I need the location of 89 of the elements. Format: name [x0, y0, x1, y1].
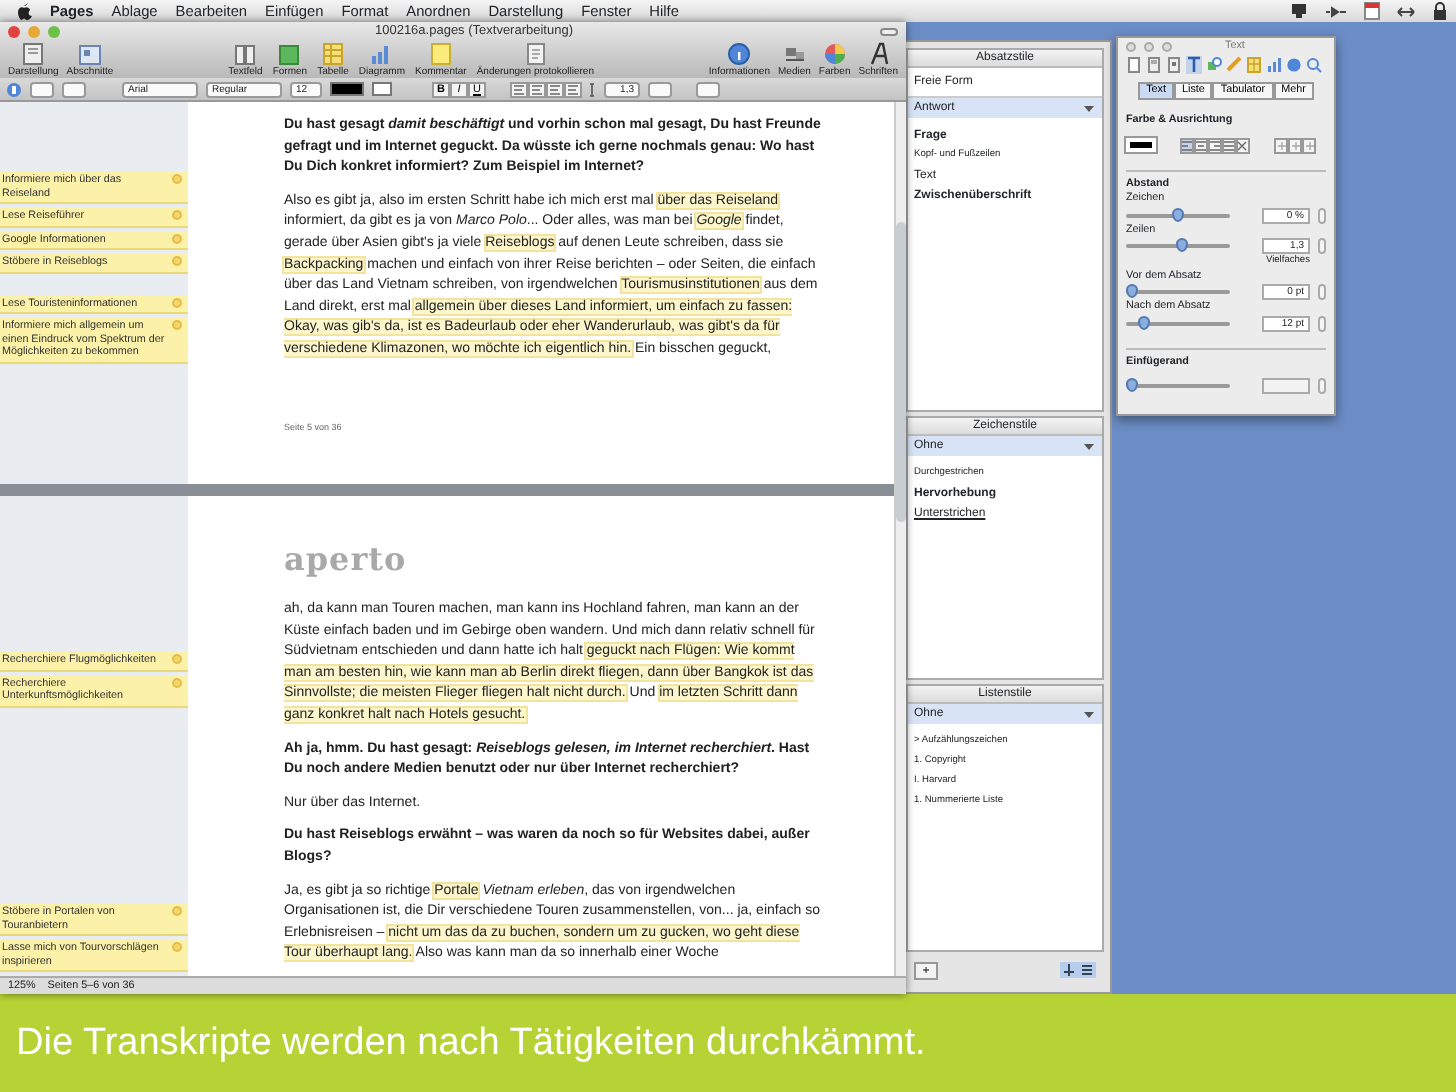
align-right-button[interactable]	[546, 81, 564, 97]
inspector-tab-button[interactable]	[1126, 56, 1142, 74]
inspector-tab-button[interactable]	[1206, 56, 1222, 74]
square-shape-icon	[276, 42, 303, 66]
lines-icon	[566, 83, 580, 95]
text-columns-icon	[232, 42, 259, 66]
list-toggle-icon[interactable]	[1078, 962, 1096, 978]
company-logo: aperto	[284, 538, 409, 582]
align-right-button[interactable]	[1208, 137, 1222, 153]
slider-thumb[interactable]	[1126, 284, 1138, 298]
align-justify-button[interactable]	[1222, 137, 1236, 153]
paragraph-toggle-icon[interactable]	[1060, 962, 1078, 978]
caret-icon[interactable]	[1084, 712, 1094, 718]
table-icon	[1246, 56, 1262, 74]
columns-dropdown[interactable]	[648, 81, 672, 97]
resolve-icon[interactable]	[172, 942, 182, 952]
sections-icon	[76, 42, 103, 66]
align-left-button[interactable]	[1180, 137, 1194, 153]
resolve-icon[interactable]	[172, 677, 182, 687]
align-center-button[interactable]	[528, 81, 546, 97]
calendar-icon[interactable]	[1364, 2, 1380, 20]
zoom-button[interactable]	[48, 25, 60, 37]
inspector-tab-button[interactable]	[1246, 56, 1262, 74]
line-spacing-icon	[590, 81, 596, 97]
toolbar-toggle-button[interactable]	[880, 27, 898, 35]
style-dropdown[interactable]	[30, 81, 54, 97]
resolve-icon[interactable]	[172, 174, 182, 184]
align-center-button[interactable]	[1194, 137, 1208, 153]
bar-chart-icon	[1266, 56, 1282, 74]
sticky-note-icon	[427, 42, 454, 66]
text-icon	[1186, 56, 1202, 74]
resolve-icon[interactable]	[172, 297, 182, 307]
slider-thumb[interactable]	[1172, 207, 1184, 221]
color-swatch[interactable]	[1126, 138, 1156, 152]
slider-thumb[interactable]	[1137, 315, 1150, 329]
value-field[interactable]	[1262, 378, 1310, 394]
slider-thumb[interactable]	[1126, 378, 1138, 392]
ruler-icon	[1226, 56, 1242, 74]
resolve-icon[interactable]	[172, 654, 182, 664]
inspector-tab-button[interactable]	[1186, 56, 1202, 74]
scroll-bar[interactable]	[894, 102, 906, 976]
display-icon[interactable]	[1290, 2, 1308, 20]
resolve-icon[interactable]	[172, 210, 182, 220]
minimize-button[interactable]	[1144, 42, 1154, 52]
caption-text: Die Transkripte werden nach Tätigkeiten durchkämmt.	[0, 994, 1456, 1092]
close-button[interactable]	[1126, 42, 1136, 52]
arrows-icon[interactable]	[1396, 3, 1416, 19]
minimize-button[interactable]	[28, 25, 40, 37]
wrap-icon	[1166, 56, 1182, 74]
resolve-icon[interactable]	[172, 320, 182, 330]
inspector-tab-button[interactable]	[1166, 56, 1182, 74]
zoom-button[interactable]	[1162, 42, 1172, 52]
lines-icon	[530, 83, 544, 95]
highlight-color-swatch[interactable]	[372, 82, 392, 96]
paragraph-styles-icon[interactable]	[6, 81, 22, 97]
table-icon	[319, 42, 346, 66]
media-icon	[781, 42, 808, 66]
resolve-icon[interactable]	[172, 256, 182, 266]
resolve-icon[interactable]	[172, 233, 182, 243]
lines-icon	[512, 83, 526, 95]
inspector-tab-button[interactable]	[1226, 56, 1242, 74]
inspector-tab-button[interactable]	[1146, 56, 1162, 74]
align-auto-button[interactable]	[1236, 137, 1250, 153]
caret-icon[interactable]	[1084, 444, 1094, 450]
document-icon	[522, 42, 549, 66]
caret-icon[interactable]	[1084, 106, 1094, 112]
info-icon	[726, 42, 753, 66]
inspector-tab-button[interactable]	[1266, 56, 1282, 74]
inspector-tab-button[interactable]	[1306, 56, 1322, 74]
font-icon	[865, 42, 892, 66]
layout-icon	[1146, 56, 1162, 74]
search-icon	[1306, 56, 1322, 74]
list-dropdown[interactable]	[696, 81, 720, 97]
align-left-button[interactable]	[510, 81, 528, 97]
color-wheel-icon	[821, 42, 848, 66]
resolve-icon[interactable]	[172, 906, 182, 916]
close-button[interactable]	[8, 25, 20, 37]
slider-thumb[interactable]	[1176, 238, 1189, 252]
page-view-icon	[20, 42, 47, 66]
justify-button[interactable]	[564, 81, 582, 97]
apple-logo-icon[interactable]	[16, 2, 32, 20]
stepper[interactable]	[1318, 378, 1326, 394]
lines-icon	[548, 83, 562, 95]
document-icon	[1126, 56, 1142, 74]
style-dropdown[interactable]	[62, 81, 86, 97]
lock-icon[interactable]	[1432, 2, 1448, 20]
graphic-icon	[1206, 56, 1222, 74]
text-color-swatch[interactable]	[330, 82, 364, 96]
playback-icon[interactable]	[1324, 3, 1348, 19]
